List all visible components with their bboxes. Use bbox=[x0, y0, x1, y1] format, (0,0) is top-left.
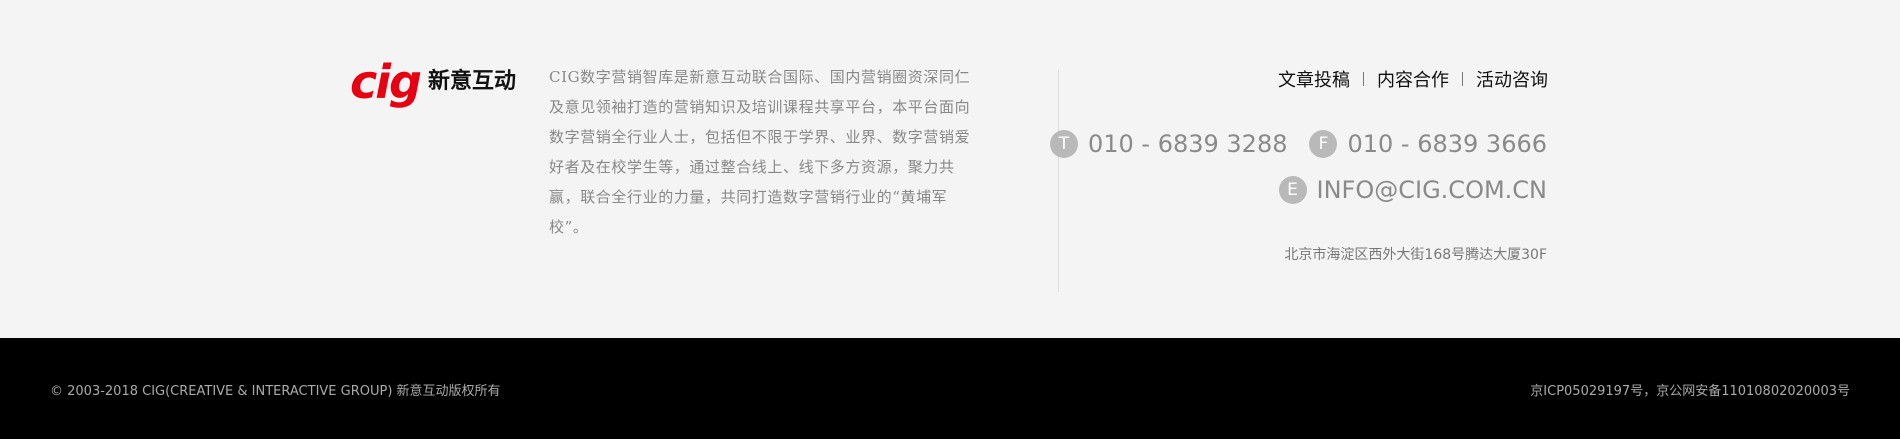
email-address[interactable]: INFO@CIG.COM.CN bbox=[1317, 176, 1547, 204]
link-separator bbox=[1462, 72, 1463, 86]
link-separator bbox=[1363, 72, 1364, 86]
brand-logo[interactable]: cig 新意互动 bbox=[350, 58, 516, 106]
footer-links: 文章投稿 内容合作 活动咨询 bbox=[1278, 66, 1548, 92]
email[interactable]: E INFO@CIG.COM.CN bbox=[1278, 176, 1547, 204]
contact-phone-row: T 010 - 6839 3288 F 010 - 6839 3666 bbox=[1049, 130, 1547, 158]
footer-info-section: cig 新意互动 CIG数字营销智库是新意互动联合国际、国内营销圈资深同仁及意见… bbox=[0, 0, 1900, 338]
intro-paragraph: CIG数字营销智库是新意互动联合国际、国内营销圈资深同仁及意见领袖打造的营销知识… bbox=[549, 68, 971, 236]
logo-mark: cig bbox=[350, 55, 422, 109]
vertical-divider bbox=[1058, 70, 1059, 292]
telephone-icon: T bbox=[1049, 130, 1078, 158]
logo-text: 新意互动 bbox=[427, 69, 516, 94]
email-icon: E bbox=[1278, 176, 1307, 204]
office-address: 北京市海淀区西外大街168号腾达大厦30F bbox=[1284, 247, 1547, 263]
telephone-number: 010 - 6839 3288 bbox=[1087, 130, 1288, 158]
link-content-cooperation[interactable]: 内容合作 bbox=[1377, 66, 1449, 92]
fax-number: 010 - 6839 3666 bbox=[1347, 130, 1547, 158]
icp-license-text: 京ICP05029197号，京公网安备11010802020003号 bbox=[1530, 384, 1850, 399]
fax-icon: F bbox=[1309, 130, 1338, 158]
link-article-submission[interactable]: 文章投稿 bbox=[1278, 66, 1350, 92]
copyright-text: © 2003-2018 CIG(CREATIVE & INTERACTIVE G… bbox=[50, 384, 501, 399]
telephone: T 010 - 6839 3288 bbox=[1049, 130, 1288, 158]
fax: F 010 - 6839 3666 bbox=[1309, 130, 1547, 158]
link-event-inquiry[interactable]: 活动咨询 bbox=[1476, 66, 1548, 92]
contact-email-row: E INFO@CIG.COM.CN bbox=[1278, 176, 1547, 204]
